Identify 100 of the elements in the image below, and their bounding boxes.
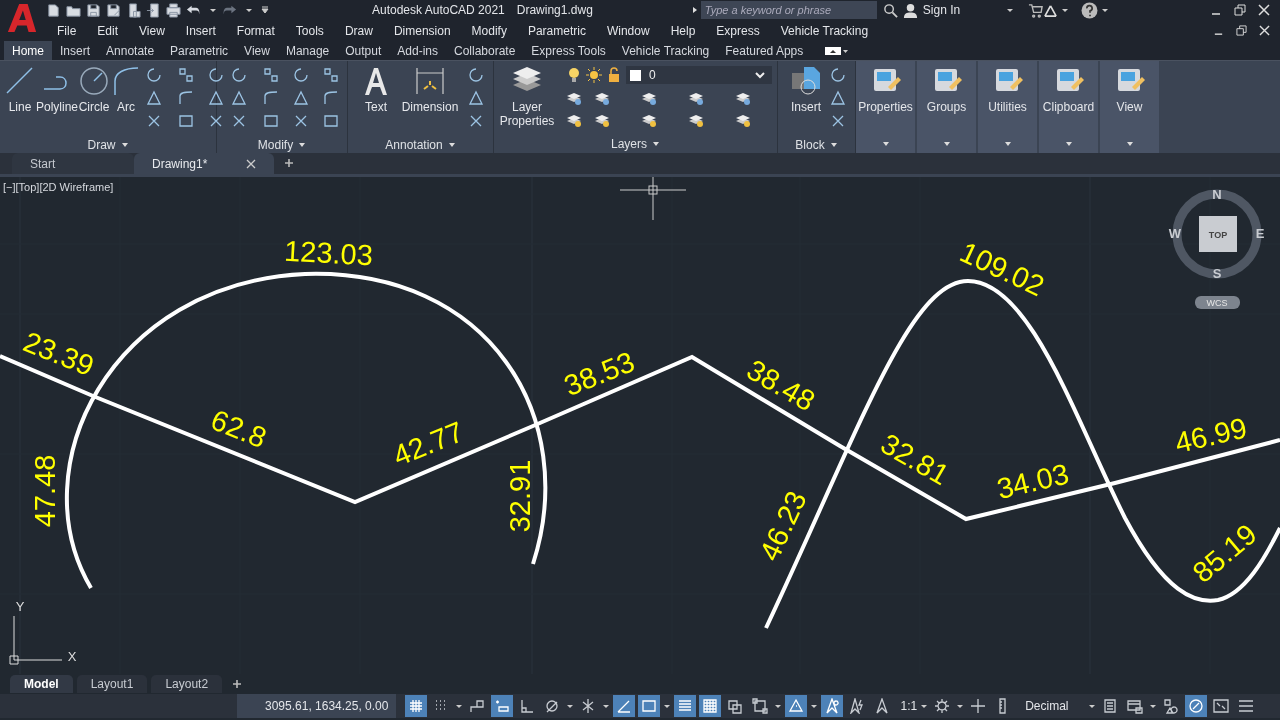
draw-tool-icon[interactable] <box>146 90 163 106</box>
ribbon-tool-button[interactable]: Text <box>352 65 400 136</box>
ribbon-tab[interactable]: Add-ins <box>389 40 446 61</box>
modify-tool-icon[interactable] <box>231 113 247 129</box>
layer-dropdown[interactable]: 0 <box>626 66 772 84</box>
ribbon-tool-button[interactable]: Arc <box>110 65 143 136</box>
menu-item[interactable]: Help <box>659 23 706 38</box>
layer-tool-icon[interactable] <box>688 112 704 128</box>
ribbon-tab[interactable]: Annotate <box>98 40 163 61</box>
annotation-tool-icon[interactable] <box>468 90 484 106</box>
ribbon-panel-button[interactable]: Groups <box>917 61 976 153</box>
caret-icon[interactable] <box>602 702 611 710</box>
coordinate-system-button[interactable] <box>1195 296 1240 309</box>
menu-item[interactable]: Express <box>705 23 770 38</box>
customize-icon[interactable] <box>261 6 269 14</box>
menu-item[interactable]: Vehicle Tracking <box>769 23 879 38</box>
tablet-arrow-icon[interactable] <box>146 2 161 18</box>
menu-item[interactable]: Insert <box>174 23 226 38</box>
panel-title[interactable]: Draw <box>0 136 216 153</box>
caret-icon[interactable] <box>566 702 575 710</box>
block-tool-icon[interactable] <box>830 67 846 83</box>
caret-icon[interactable] <box>209 6 217 14</box>
caret-icon[interactable] <box>1100 6 1109 14</box>
units-dropdown[interactable]: Decimal <box>1025 699 1086 713</box>
menu-item[interactable]: View <box>128 23 175 38</box>
panel-title[interactable]: Layers <box>494 135 777 153</box>
layout-tab[interactable]: Layout2 <box>151 675 223 693</box>
ribbon-tool-button[interactable]: Polyline <box>36 65 79 136</box>
caret-icon[interactable] <box>1005 6 1014 14</box>
ribbon-tool-button[interactable]: Line <box>4 65 36 136</box>
block-tool-icon[interactable] <box>830 90 846 106</box>
expand-icon[interactable] <box>690 6 699 14</box>
modify-tool-icon[interactable] <box>323 113 339 129</box>
caret-icon[interactable] <box>245 6 253 14</box>
draw-tool-icon[interactable] <box>146 67 163 83</box>
restore-icon[interactable] <box>1236 25 1247 36</box>
menu-item[interactable]: Draw <box>333 23 383 38</box>
status-toggle-button[interactable] <box>613 695 636 717</box>
ribbon-tool-button[interactable]: Insert <box>782 65 830 136</box>
layer-tool-icon[interactable] <box>566 112 582 128</box>
modify-tool-icon[interactable] <box>263 67 279 83</box>
draw-tool-icon[interactable] <box>208 67 225 83</box>
help-icon[interactable] <box>1080 1 1098 19</box>
modify-tool-icon[interactable] <box>231 67 247 83</box>
compass-north[interactable]: N <box>1212 187 1222 202</box>
status-toggle-button[interactable] <box>821 695 844 717</box>
ribbon-tool-button[interactable]: Dimension <box>400 65 460 136</box>
modify-tool-icon[interactable] <box>293 90 309 106</box>
modify-tool-icon[interactable] <box>293 113 309 129</box>
panel-title[interactable]: Block <box>778 136 855 153</box>
layer-tool-icon[interactable] <box>735 112 751 128</box>
ribbon-tool-button[interactable]: Circle <box>78 65 111 136</box>
layer-tool-icon[interactable] <box>594 90 610 106</box>
search-field[interactable]: Type a keyword or phrase <box>700 1 877 19</box>
menu-item[interactable]: Window <box>595 23 660 38</box>
draw-tool-icon[interactable] <box>208 90 225 106</box>
ribbon-tab[interactable]: Home <box>4 40 52 61</box>
caret-icon[interactable] <box>774 702 783 710</box>
compass-south[interactable]: S <box>1212 266 1222 281</box>
menu-item[interactable]: Edit <box>86 23 129 38</box>
restore-icon[interactable] <box>1234 4 1246 16</box>
caret-icon[interactable] <box>455 702 464 710</box>
printer-icon[interactable] <box>166 2 181 18</box>
compass-east[interactable]: E <box>1255 226 1265 241</box>
modify-tool-icon[interactable] <box>263 90 279 106</box>
user-icon[interactable] <box>902 2 918 18</box>
ribbon-tab[interactable]: Insert <box>52 40 99 61</box>
phone-folder-icon[interactable] <box>126 2 141 18</box>
menu-item[interactable]: Dimension <box>382 23 461 38</box>
modify-tool-icon[interactable] <box>323 90 339 106</box>
new-file-icon[interactable] <box>46 2 61 18</box>
status-toggle-button[interactable] <box>405 695 428 717</box>
new-layout-icon[interactable] <box>232 679 243 689</box>
layout-tab[interactable]: Model <box>10 675 73 693</box>
ribbon-tab[interactable]: Express Tools <box>523 40 614 61</box>
view-cube-face[interactable]: TOP <box>1208 230 1228 240</box>
modify-tool-icon[interactable] <box>231 90 247 106</box>
ribbon-toggle-icon[interactable] <box>825 45 850 56</box>
file-tab[interactable]: Drawing1* <box>134 153 274 174</box>
caret-icon[interactable] <box>1088 702 1097 710</box>
ribbon-panel-button[interactable]: Clipboard <box>1039 61 1098 153</box>
viewport-controls[interactable]: [−][Top][2D Wireframe] <box>3 181 114 193</box>
caret-icon[interactable] <box>956 702 965 710</box>
panel-title[interactable]: Modify <box>217 136 347 153</box>
menu-item[interactable]: Parametric <box>516 23 596 38</box>
menu-item[interactable]: Modify <box>460 23 517 38</box>
caret-icon[interactable] <box>920 702 929 710</box>
layer-tool-icon[interactable] <box>641 112 657 128</box>
cart-icon[interactable] <box>1027 2 1043 18</box>
new-tab-icon[interactable] <box>284 158 294 168</box>
app-logo-icon[interactable] <box>6 2 38 34</box>
layer-tool-icon[interactable] <box>688 90 704 106</box>
draw-tool-icon[interactable] <box>178 67 195 83</box>
layer-tool-icon[interactable] <box>735 90 751 106</box>
ribbon-tab[interactable]: Vehicle Tracking <box>613 40 718 61</box>
ribbon-tab[interactable]: Manage <box>277 40 338 61</box>
status-toggle-button[interactable] <box>785 695 808 717</box>
menu-item[interactable]: File <box>46 23 87 38</box>
annotation-tool-icon[interactable] <box>468 113 484 129</box>
ribbon-tab[interactable]: Parametric <box>162 40 237 61</box>
